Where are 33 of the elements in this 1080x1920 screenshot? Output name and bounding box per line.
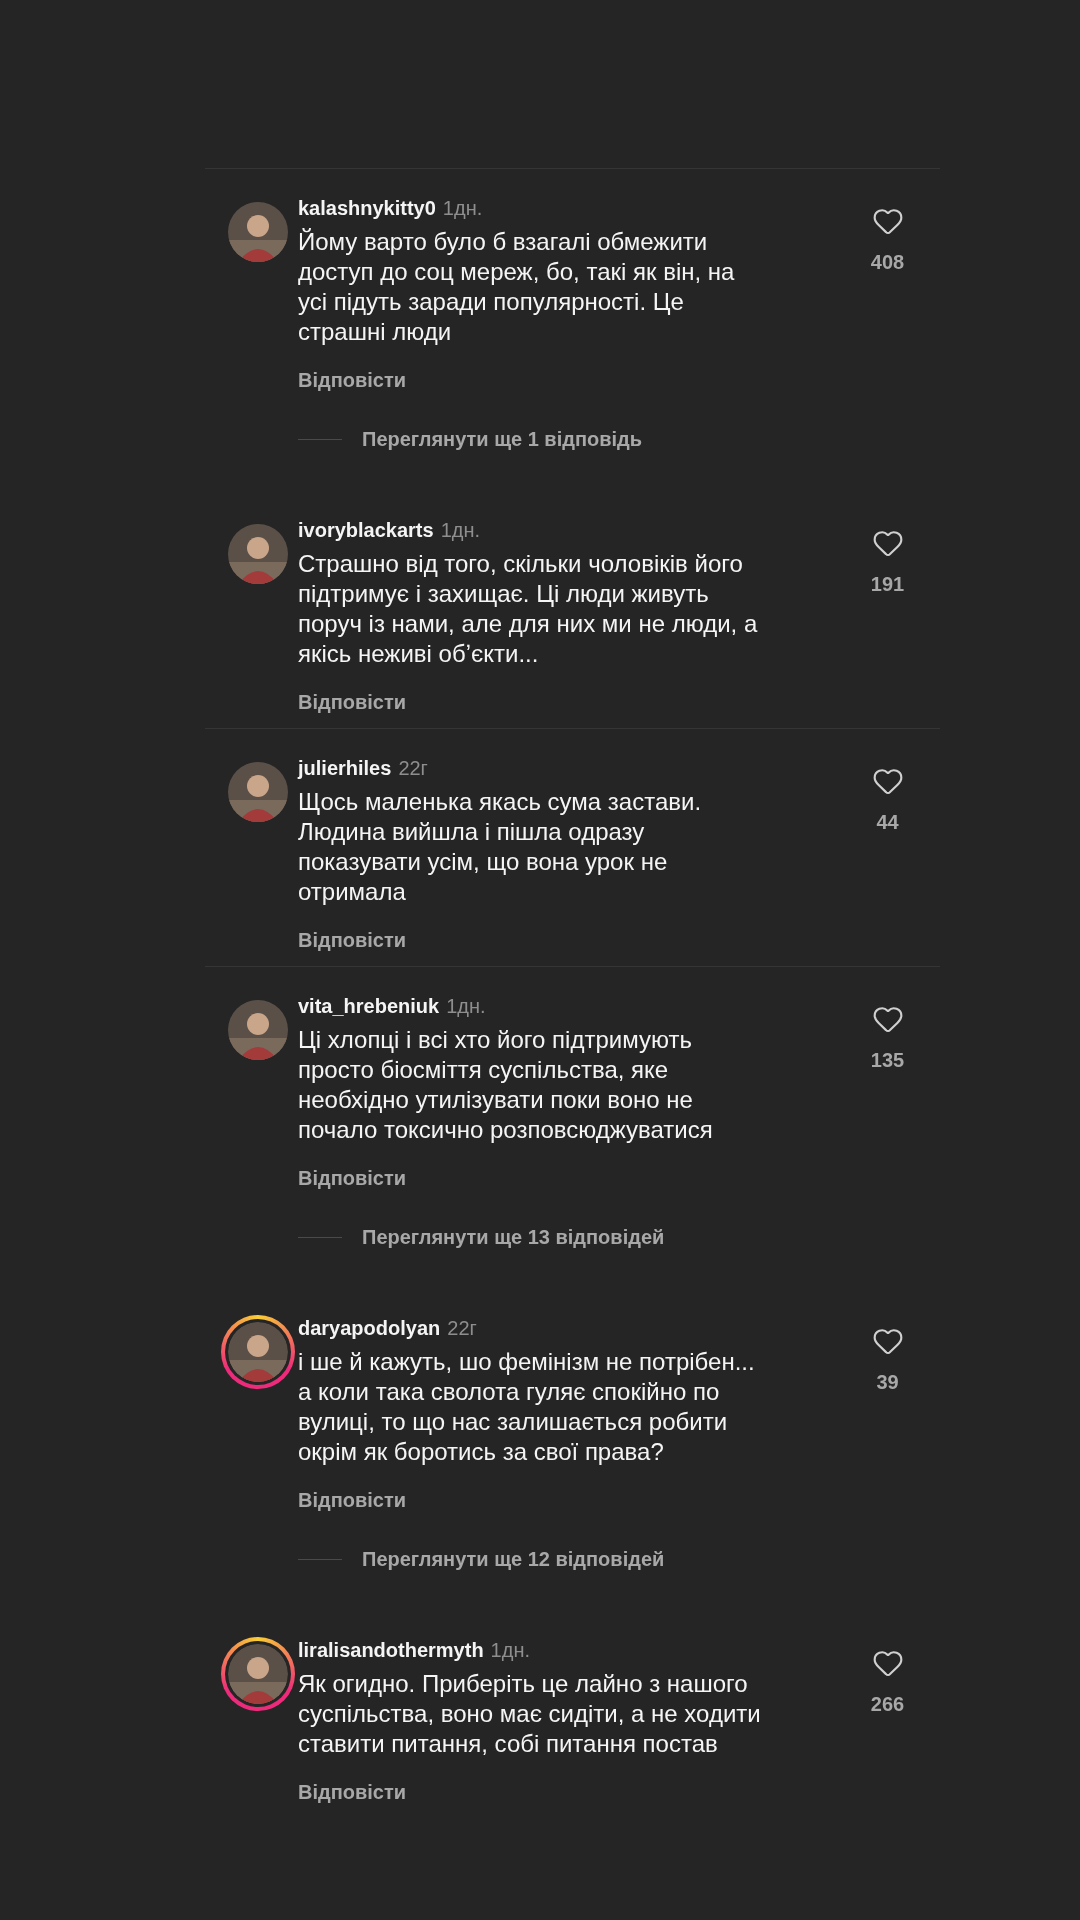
comment-text: Як огидно. Приберіть це лайно з нашого суспільства, воно має сидіти, а не ходити ставити питання, собі питання постав [298,1669,762,1759]
username[interactable]: kalashnykitty0 [298,193,436,223]
view-replies-link[interactable]: Переглянути ще 12 відповідей [362,1544,665,1574]
reply-link[interactable]: Відповісти [298,1487,407,1513]
comment-text: Йому варто було б взагалі обмежити доступ до соц мереж, бо, такі як він, на усі підуть заради популярності. Це страшні люди [298,227,736,347]
comment-text: Щось маленька якась сума застави. Людина вийшла і пішла одразу показувати усім, що вона урок не отримала [298,787,703,907]
username[interactable]: liralisandothermyth [298,1635,484,1665]
like-count: 408 [870,250,905,275]
reply-link[interactable]: Відповісти [298,689,407,715]
like-count: 39 [876,1370,899,1395]
reply-link[interactable]: Відповісти [298,1779,407,1805]
comment-text: Страшно від того, скільки чоловіків його підтримує і захищає. Ці люди живуть поруч із нами, але для них ми не люди, а якісь неживі обʼєкти... [298,549,759,669]
username[interactable]: julierhiles [298,753,392,783]
like-count: 44 [876,810,899,835]
like-count: 135 [870,1048,905,1073]
reply-link[interactable]: Відповісти [298,367,407,393]
comment-time: 1дн. [490,1638,530,1663]
username[interactable]: ivoryblackarts [298,515,434,545]
comment-time: 1дн. [446,994,486,1019]
comment-text: і ше й кажуть, шо фемінізм не потрібен... а коли така сволота гуляє спокійно по вулиці, то що нас залишається робити окрім як боротись за свої права? [298,1347,756,1467]
comment-time: 1дн. [440,518,481,543]
reply-link[interactable]: Відповісти [298,927,407,953]
comment-time: 1дн. [442,196,483,221]
view-replies-link[interactable]: Переглянути ще 13 відповідей [362,1222,665,1252]
like-count: 191 [870,572,905,597]
comment-time: 22г [447,1316,477,1341]
username[interactable]: vita_hrebeniuk [298,991,440,1021]
username[interactable]: daryapodolyan [298,1313,441,1343]
view-replies-link[interactable]: Переглянути ще 1 відповідь [362,424,643,454]
comment-time: 22г [398,756,428,781]
like-count: 266 [870,1692,905,1717]
comment-text: Ці хлопці і всі хто його підтримують просто біосміття суспільства, яке необхідно утилізувати поки воно не почало токсично розповсюджуватися [298,1025,714,1145]
reply-link[interactable]: Відповісти [298,1165,407,1191]
